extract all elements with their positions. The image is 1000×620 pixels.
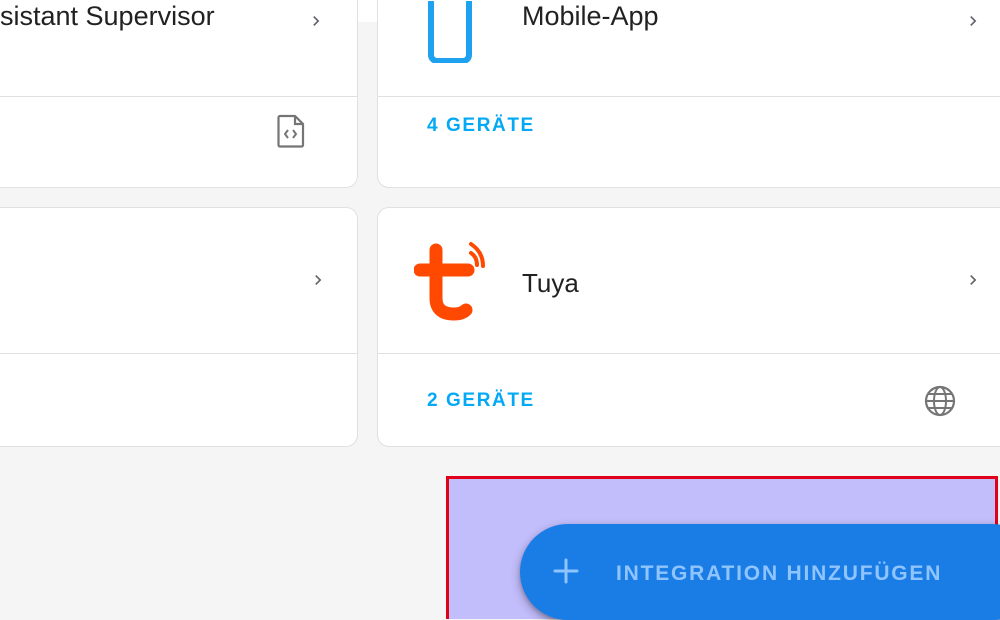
plus-icon (553, 558, 579, 584)
card-footer (0, 354, 357, 446)
card-header[interactable]: Tuya (378, 208, 1000, 353)
file-code-icon[interactable] (276, 114, 306, 148)
card-footer: 2 GERÄTE (378, 354, 1000, 446)
integration-card-left[interactable] (0, 207, 358, 447)
chevron-right-icon[interactable] (963, 270, 983, 290)
card-title: Mobile-App (522, 1, 659, 31)
add-integration-button[interactable]: INTEGRATION HINZUFÜGEN (520, 524, 1000, 620)
card-header[interactable]: sistant Supervisor (0, 0, 357, 96)
add-integration-label: INTEGRATION HINZUFÜGEN (616, 562, 943, 585)
integration-card-tuya[interactable]: Tuya 2 GERÄTE (377, 207, 1000, 447)
globe-icon[interactable] (923, 384, 957, 418)
card-header[interactable]: Mobile-App (378, 0, 1000, 96)
card-title: Tuya (522, 268, 579, 298)
card-footer (0, 97, 357, 187)
card-title: sistant Supervisor (0, 1, 215, 31)
chevron-right-icon[interactable] (963, 11, 983, 31)
card-header[interactable] (0, 208, 357, 353)
devices-link[interactable]: 4 GERÄTE (427, 115, 535, 137)
devices-link[interactable]: 2 GERÄTE (427, 390, 535, 412)
integration-card-supervisor[interactable]: sistant Supervisor (0, 0, 358, 188)
integration-card-mobile-app[interactable]: Mobile-App 4 GERÄTE (377, 0, 1000, 188)
tuya-logo (414, 242, 485, 321)
chevron-right-icon[interactable] (306, 11, 326, 31)
chevron-right-icon[interactable] (308, 270, 328, 290)
card-footer: 4 GERÄTE (378, 97, 1000, 187)
mobile-app-logo (428, 1, 472, 63)
